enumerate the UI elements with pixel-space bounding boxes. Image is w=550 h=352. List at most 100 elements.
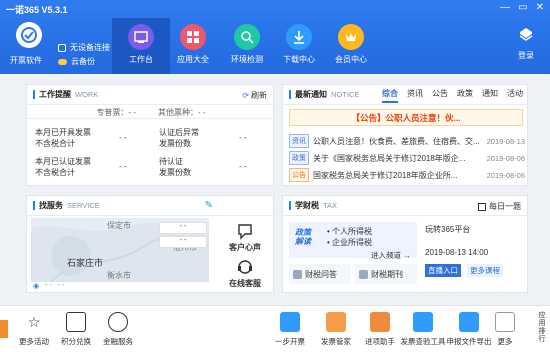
magazine-icon (359, 269, 368, 279)
notice-card: 最新通知 NOTICE 综合 资讯 公告 政策 通知 活动 【公告】公职人员注意… (282, 84, 528, 186)
policy-list: • 个人所得税 • 企业所得税 (327, 226, 372, 248)
calendar-icon (478, 202, 486, 211)
refresh-icon: ⟳ (242, 91, 249, 100)
notice-banner[interactable]: 【公告】公职人员注意！伙... (289, 109, 523, 126)
abnormal-label: 认证后异常 (159, 128, 199, 137)
one-step-invoice-button[interactable]: 一步开票 (270, 312, 310, 347)
notice-item-date: 2019-08-13 (486, 136, 525, 146)
certified-tax-label: 不含税合计 (35, 168, 75, 177)
policy-logo-2: 解读 (295, 237, 311, 246)
nav-env-check-label: 环境检测 (231, 55, 263, 64)
policy-bullet: • 企业所得税 (327, 238, 373, 247)
refresh-button[interactable]: ⟳ 刷新 (242, 90, 267, 101)
nav-download-label: 下载中心 (283, 55, 315, 64)
notice-item[interactable]: 资讯 公职人员注意！伙食费、差旅费、住宿费、交... 2019-08-13 (289, 134, 525, 148)
notice-tag: 政策 (289, 151, 309, 165)
assistant-icon (370, 312, 390, 332)
nav-apps[interactable]: 应用大全 (164, 18, 222, 74)
notice-title: 最新通知 (295, 90, 327, 99)
points-exchange-button[interactable]: 积分兑换 (56, 312, 96, 347)
qa-icon (293, 269, 302, 279)
work-subtitle: WORK (75, 90, 99, 99)
cloud-status[interactable]: 云备份 (58, 56, 95, 67)
usb-icon (58, 43, 66, 52)
service-subtitle: SERVICE (67, 201, 100, 210)
nav-workbench-label: 工作台 (129, 55, 153, 64)
titlebar: 一诺365 V5.3.1 — ▭ ✕ (0, 0, 550, 18)
tax-title: 学财税 (295, 201, 319, 210)
map-place: 保定市 (107, 221, 131, 230)
open-software-icon[interactable] (16, 22, 42, 48)
tax-qa-label: 财税问答 (305, 269, 337, 279)
enter-channel-link[interactable]: 进入频道 → (371, 250, 411, 261)
more-apps-button[interactable]: 更多 (494, 312, 516, 347)
open-software-label[interactable]: 开票软件 (10, 55, 42, 66)
notice-item-date: 2019-08-06 (486, 170, 525, 180)
map-place: 石家庄市 (67, 258, 104, 268)
more-courses-button[interactable]: 更多课程 (467, 264, 503, 277)
device-status-label: 无设备连接 (70, 43, 110, 52)
issued-label: 本月已开具发票 (35, 128, 91, 137)
invoice-check-tool-label: 发票查验工具 (400, 337, 446, 346)
event-title: 玩转365平台 (425, 225, 471, 234)
certified-label: 本月已认证发票 (35, 157, 91, 166)
more-icon (495, 312, 515, 332)
maximize-button[interactable]: ▭ (518, 2, 527, 13)
nav-download[interactable]: 下载中心 (270, 18, 328, 74)
service-card: 找服务 SERVICE ✎ 保定市 沧州市 石家庄市 衡水市 - - - - ◉… (26, 195, 274, 293)
header: 一诺365 V5.3.1 — ▭ ✕ 开票软件 无设备连接 云备份 工作台 应用… (0, 0, 550, 74)
notice-subtitle: NOTICE (331, 90, 360, 99)
notice-tag: 公告 (289, 168, 309, 182)
tax-qa-button[interactable]: 财税问答 (289, 264, 351, 284)
refresh-label: 刷新 (251, 91, 267, 100)
tax-magazine-button[interactable]: 财税期刊 (355, 264, 417, 284)
nav-env-check[interactable]: 环境检测 (218, 18, 276, 74)
issued-block: 本月已开具发票 不含税合计 (35, 127, 91, 149)
policy-logo-1: 政策 (295, 228, 311, 237)
minimize-button[interactable]: — (500, 2, 510, 13)
more-apps-label: 更多 (497, 337, 513, 346)
notice-tabs: 综合 资讯 公告 政策 通知 活动 (382, 88, 523, 103)
notice-item[interactable]: 公告 国家税务总局关于修订2018年版企业所... 2019-08-06 (289, 168, 525, 182)
daily-question-button[interactable]: 每日一题 (478, 201, 521, 212)
export-declaration-button[interactable]: 申报文件导出 (446, 312, 492, 347)
tab-all[interactable]: 综合 (382, 88, 398, 103)
invoice-check-tool-button[interactable]: 发票查验工具 (400, 312, 446, 347)
brush-icon[interactable]: ✎ (205, 200, 213, 211)
tab-policy[interactable]: 政策 (457, 88, 473, 103)
app-ranking-button[interactable]: 应用排行 (536, 312, 548, 344)
app-title: 一诺365 V5.3.1 (6, 5, 68, 15)
location-value-2: - - (57, 282, 65, 289)
notice-item-title: 国家税务总局关于修订2018年版企业所... (313, 170, 458, 180)
notice-item-date: 2019-08-06 (486, 153, 525, 163)
notice-item[interactable]: 政策 关于《国家税务总局关于修订2018年版企... 2019-08-06 (289, 151, 525, 165)
tab-notification[interactable]: 通知 (482, 88, 498, 103)
invoice-manager-label: 发票管家 (321, 337, 351, 346)
nav-workbench[interactable]: 工作台 (112, 18, 170, 74)
device-status: 无设备连接 (58, 42, 110, 53)
invoice-manager-button[interactable]: 发票管家 (316, 312, 356, 347)
customer-voice-button[interactable]: 客户心声 (223, 222, 267, 253)
service-card-header: 找服务 SERVICE ✎ (27, 196, 273, 216)
tab-activity[interactable]: 活动 (507, 88, 523, 103)
close-button[interactable]: ✕ (536, 2, 544, 13)
financial-service-button[interactable]: 金融服务 (98, 312, 138, 347)
footer: ☆ 更多活动 积分兑换 金融服务 一步开票 发票管家 进项助手 发票查验工具 申… (0, 305, 550, 352)
login-button[interactable]: 登录 (512, 26, 540, 61)
input-assistant-button[interactable]: 进项助手 (360, 312, 400, 347)
nav-apps-label: 应用大全 (177, 55, 209, 64)
live-entry-button[interactable]: 直播入口 (425, 264, 461, 277)
cloud-backup-label: 云备份 (71, 57, 95, 66)
nav-member-label: 会员中心 (335, 55, 367, 64)
tab-news[interactable]: 资讯 (407, 88, 423, 103)
member-icon (338, 24, 364, 50)
more-activities-button[interactable]: ☆ 更多活动 (14, 312, 54, 347)
event-date: 2019-08-13 14:00 (425, 248, 489, 257)
issued-tax-label: 不含税合计 (35, 139, 75, 148)
tab-announcement[interactable]: 公告 (432, 88, 448, 103)
ticket-types: 专普票：- - 其他票种：- - (27, 107, 275, 118)
online-service-button[interactable]: 在线客服 (223, 258, 267, 289)
points-exchange-label: 积分兑换 (61, 337, 91, 346)
nav-member[interactable]: 会员中心 (322, 18, 380, 74)
policy-bullet: • 个人所得税 (327, 227, 373, 236)
